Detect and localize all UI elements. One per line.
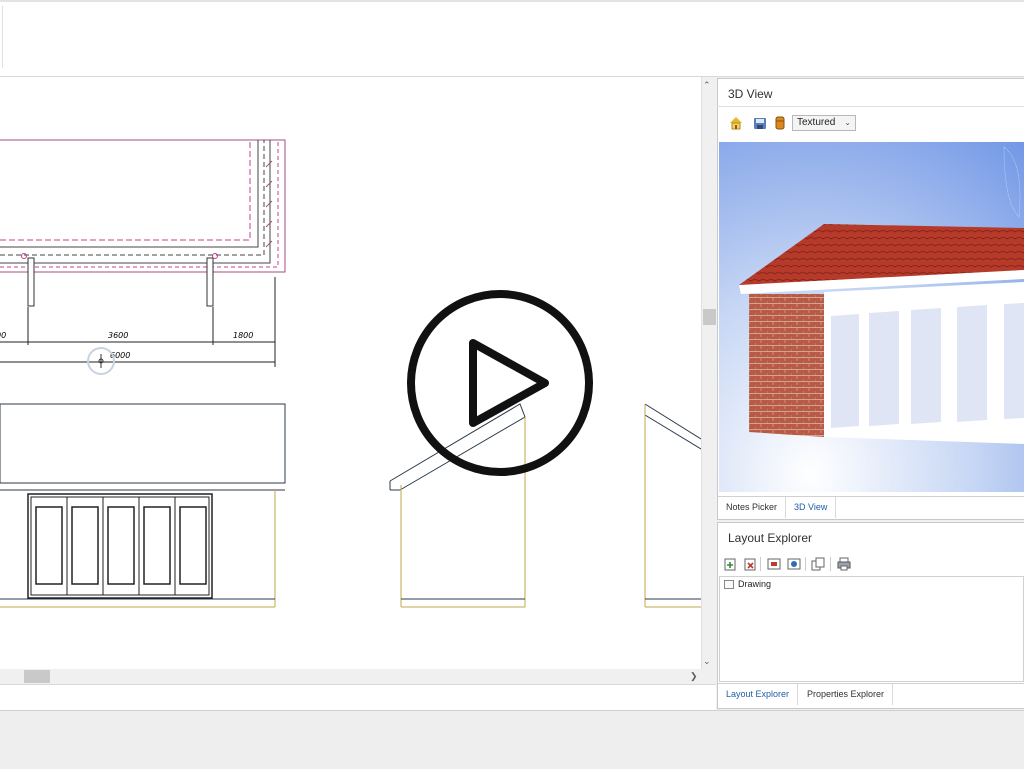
ribbon <box>0 0 1024 77</box>
canvas-horizontal-scrollbar[interactable]: ❯ <box>0 669 701 684</box>
view3d-title: 3D View <box>728 87 773 101</box>
drawing-canvas[interactable]: 00 3600 1800 6000 <box>0 77 701 669</box>
side-elevation-right <box>644 403 701 608</box>
canvas-footer <box>0 684 716 711</box>
tab-notes-picker[interactable]: Notes Picker <box>718 497 787 518</box>
save-icon[interactable] <box>753 116 767 130</box>
view3d-divider <box>717 106 1024 107</box>
cursor-snap-icon <box>87 347 115 375</box>
delete-page-icon[interactable] <box>743 557 757 571</box>
dimension-lines <box>0 277 276 367</box>
tab-3d-view[interactable]: 3D View <box>786 497 837 518</box>
layout-tree[interactable]: Drawing <box>719 576 1024 682</box>
page-icon <box>724 579 734 589</box>
page-settings-icon[interactable] <box>787 557 801 571</box>
floor-plan <box>0 139 286 307</box>
page-properties-icon[interactable] <box>767 557 781 571</box>
3d-preview-viewport[interactable] <box>719 142 1024 492</box>
3d-model-render <box>719 142 1024 492</box>
material-icon[interactable] <box>773 116 787 130</box>
cad-drawing[interactable]: 00 3600 1800 6000 <box>0 77 701 669</box>
tab-properties-explorer[interactable]: Properties Explorer <box>799 684 894 705</box>
explorer-tabstrip: Layout Explorer Properties Explorer <box>718 683 1024 706</box>
tree-item-label: Drawing <box>738 579 772 589</box>
horizontal-scroll-thumb[interactable] <box>24 670 50 683</box>
toolbar-separator-2 <box>805 557 806 571</box>
dimension-left: 00 <box>0 331 6 340</box>
render-mode-value: Textured <box>797 117 836 128</box>
print-icon[interactable] <box>837 557 851 571</box>
ribbon-top-border <box>0 0 1024 2</box>
layout-explorer-title: Layout Explorer <box>728 531 813 545</box>
view3d-tabstrip: Notes Picker 3D View <box>718 496 1024 519</box>
tree-item-drawing[interactable]: Drawing <box>724 579 771 589</box>
toolbar-separator <box>760 557 761 571</box>
dimension-right: 1800 <box>233 331 253 340</box>
scroll-right-icon[interactable]: ❯ <box>690 671 698 682</box>
add-page-icon[interactable] <box>723 557 737 571</box>
vertical-scroll-thumb[interactable] <box>703 309 716 325</box>
dimension-middle: 3600 <box>108 331 128 340</box>
canvas-vertical-scrollbar[interactable] <box>701 77 717 669</box>
house-icon[interactable] <box>729 116 743 130</box>
status-bar <box>0 710 1024 769</box>
ribbon-divider <box>2 6 3 68</box>
tab-layout-explorer[interactable]: Layout Explorer <box>718 684 799 705</box>
chevron-down-icon: ⌄ <box>844 118 851 127</box>
scroll-down-icon[interactable]: ⌄ <box>703 656 711 667</box>
play-icon[interactable] <box>405 288 595 478</box>
scroll-up-icon[interactable]: ⌃ <box>703 80 711 91</box>
front-elevation <box>0 403 286 608</box>
render-mode-dropdown[interactable]: Textured ⌄ <box>792 115 856 131</box>
duplicate-icon[interactable] <box>811 557 825 571</box>
toolbar-separator-3 <box>830 557 831 571</box>
